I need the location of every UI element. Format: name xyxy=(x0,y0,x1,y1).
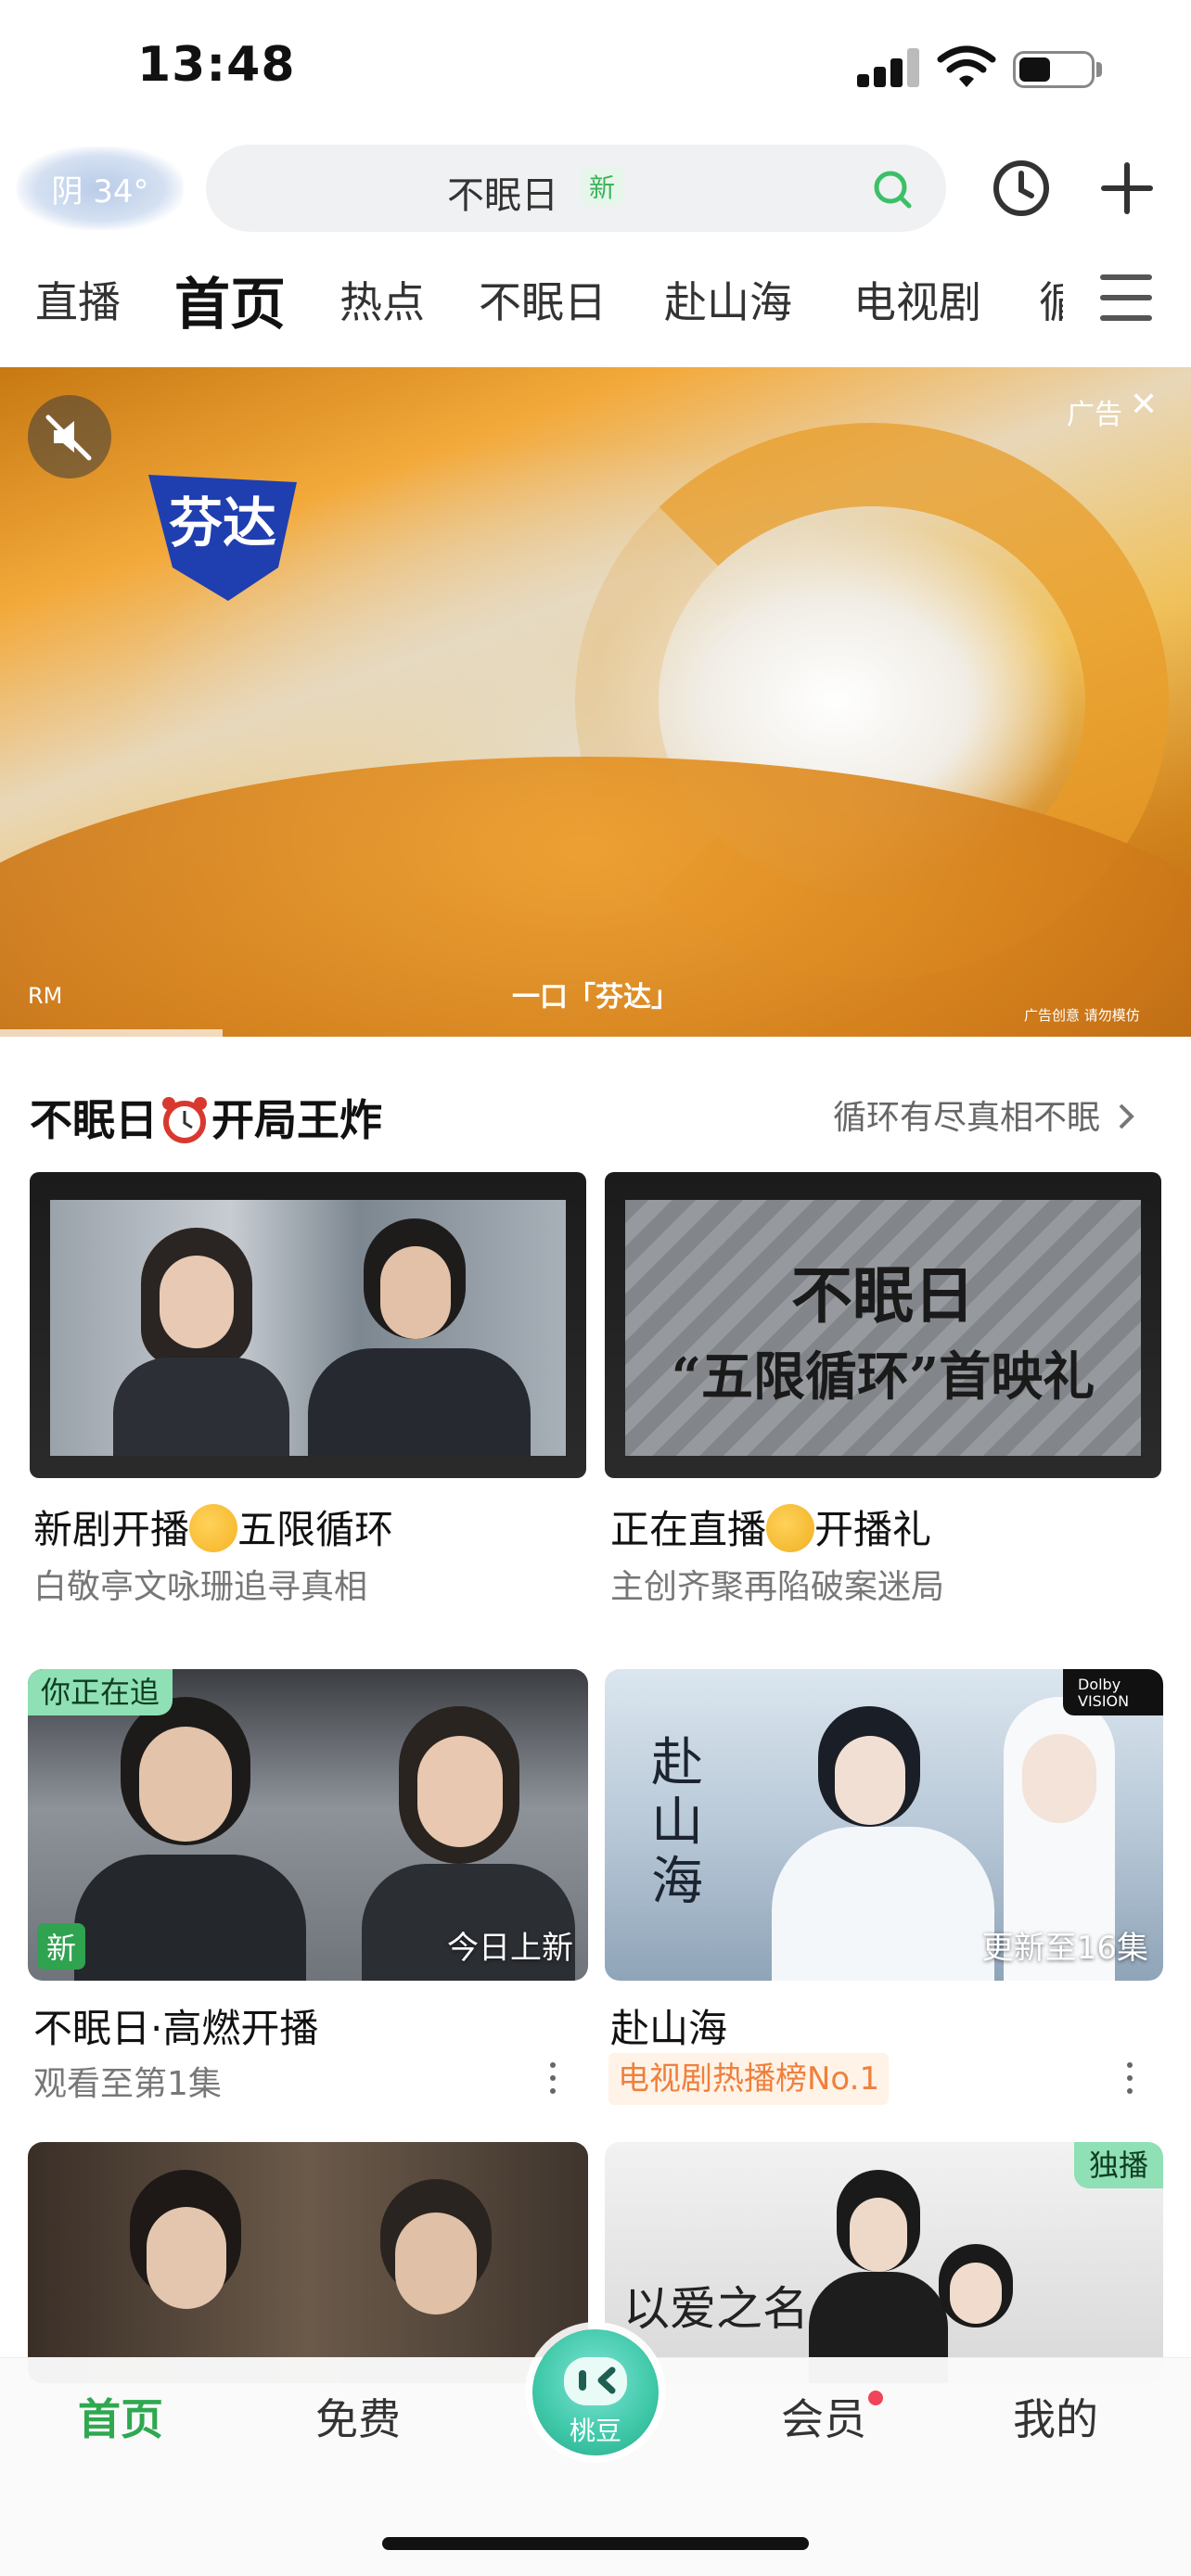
battery-tip xyxy=(1096,62,1102,77)
ad-close-icon[interactable]: ✕ xyxy=(1130,386,1158,424)
ranking-badge: 电视剧热播榜No.1 xyxy=(608,2053,890,2105)
video-title-2: 赴山海 xyxy=(610,2006,728,2051)
update-status-2: 更新至16集 xyxy=(981,1930,1148,1967)
ad-disclaimer: 广告创意 请勿模仿 xyxy=(1024,1007,1140,1024)
tab-home[interactable]: 首页 xyxy=(174,260,286,340)
video-thumb-1: 你正在追 新 今日上新 xyxy=(28,1669,588,1981)
tab-fushanhai[interactable]: 赴山海 xyxy=(664,269,792,330)
featured-thumb-2: 不眠日 “五限循环”首映礼 xyxy=(605,1172,1161,1478)
plus-icon[interactable] xyxy=(1096,158,1158,219)
brand-logo-text: 芬达 xyxy=(169,491,276,555)
video-card-4[interactable]: 以爱之名 独播 xyxy=(605,2142,1163,2383)
brand-logo: 芬达 xyxy=(148,475,297,601)
status-bar: 13:48 xyxy=(0,0,1191,130)
nav-taodou-label: 桃豆 xyxy=(569,2416,621,2446)
featured-subtitle-1: 白敬亭文咏珊追寻真相 xyxy=(33,1568,368,1606)
search-bar[interactable]: 不眠日 新 xyxy=(206,145,946,232)
dolby-line2: VISION xyxy=(1078,1692,1130,1710)
exclusive-tag: 独播 xyxy=(1073,2142,1163,2188)
home-indicator xyxy=(382,2537,809,2550)
ad-progress-bar xyxy=(0,1029,223,1037)
update-status-1: 今日上新 xyxy=(447,1930,573,1967)
tab-more-clipped[interactable]: 循 xyxy=(1039,269,1063,330)
tab-bumianri[interactable]: 不眠日 xyxy=(479,269,607,330)
monocle-face-icon xyxy=(766,1504,815,1552)
featured-title-2-part2: 开播礼 xyxy=(814,1507,932,1552)
video-thumb-2-calligraphy: 赴山海 xyxy=(651,1733,703,1912)
featured-title-2-part1: 正在直播 xyxy=(610,1507,767,1552)
ad-caption: 一口「芬达」 xyxy=(512,981,679,1014)
chevron-right-icon xyxy=(1120,1103,1135,1129)
section-more-text: 循环有尽真相不眠 xyxy=(833,1099,1101,1137)
search-icon[interactable] xyxy=(870,167,915,211)
search-hint-text: 不眠日 xyxy=(447,174,558,217)
section-title-part1: 不眠日 xyxy=(30,1095,158,1145)
video-thumb-4: 以爱之名 独播 xyxy=(605,2142,1163,2383)
wifi-icon xyxy=(937,45,996,87)
ad-rm-label: RM xyxy=(28,983,63,1009)
nav-taodou-button[interactable]: 桃豆 xyxy=(532,2329,659,2455)
ad-label: 广告 xyxy=(1067,399,1122,431)
video-subtitle-1: 观看至第1集 xyxy=(33,2065,222,2103)
menu-icon[interactable] xyxy=(1100,274,1152,321)
status-time: 13:48 xyxy=(137,37,296,93)
more-options-icon-2[interactable] xyxy=(1124,2060,1135,2098)
featured-thumb-1 xyxy=(30,1172,586,1478)
section-title-part2: 开局王炸 xyxy=(211,1095,382,1145)
tab-tv-series[interactable]: 电视剧 xyxy=(853,269,981,330)
ad-banner[interactable]: 芬达 广告 ✕ 一口「芬达」 RM 广告创意 请勿模仿 xyxy=(0,367,1191,1037)
weather-widget[interactable]: 阴 34° xyxy=(17,147,184,230)
notification-dot xyxy=(868,2391,883,2405)
channel-tabs: 直播 首页 热点 不眠日 赴山海 电视剧 循 xyxy=(0,260,1191,343)
nav-vip[interactable]: 会员 xyxy=(781,2386,866,2447)
battery-icon xyxy=(1013,51,1095,88)
new-badge: 新 xyxy=(37,1923,85,1970)
tab-hot[interactable]: 热点 xyxy=(339,269,425,330)
search-new-badge: 新 xyxy=(581,167,623,206)
video-card-1[interactable]: 你正在追 新 今日上新 不眠日·高燃开播 观看至第1集 xyxy=(28,1669,588,2114)
featured-title-1-part1: 新剧开播 xyxy=(33,1507,190,1552)
more-options-icon[interactable] xyxy=(547,2060,558,2098)
history-clock-icon[interactable] xyxy=(991,158,1052,219)
featured-thumb-2-text2: “五限循环”首映礼 xyxy=(671,1346,1095,1408)
nav-free[interactable]: 免费 xyxy=(315,2386,401,2447)
featured-title-2: 正在直播 开播礼 xyxy=(610,1498,931,1555)
dolby-vision-badge: Dolby VISION xyxy=(1063,1669,1163,1715)
alarm-clock-icon xyxy=(162,1097,207,1143)
nav-home[interactable]: 首页 xyxy=(78,2386,163,2447)
nav-mine[interactable]: 我的 xyxy=(1013,2386,1098,2447)
section-more-link[interactable]: 循环有尽真相不眠 xyxy=(833,1090,1136,1139)
featured-card-1[interactable]: 新剧开播 五限循环 白敬亭文咏珊追寻真相 xyxy=(30,1172,586,1617)
tab-live[interactable]: 直播 xyxy=(35,269,121,330)
featured-title-1: 新剧开播 五限循环 xyxy=(33,1498,393,1555)
featured-thumb-2-text1: 不眠日 xyxy=(791,1259,975,1332)
cellular-signal-icon xyxy=(857,48,920,87)
video-card-2[interactable]: 赴山海 Dolby VISION 更新至16集 赴山海 电视剧热播榜No.1 xyxy=(605,1669,1163,2114)
section-title: 不眠日 开局王炸 xyxy=(30,1087,382,1148)
video-title-1: 不眠日·高燃开播 xyxy=(33,2006,319,2051)
video-card-3[interactable] xyxy=(28,2142,588,2383)
mute-icon[interactable] xyxy=(28,395,111,478)
featured-title-1-part2: 五限循环 xyxy=(237,1507,394,1552)
following-tag: 你正在追 xyxy=(28,1669,173,1715)
featured-card-2[interactable]: 不眠日 “五限循环”首映礼 正在直播 开播礼 主创齐聚再陷破案迷局 xyxy=(605,1172,1161,1617)
video-thumb-3 xyxy=(28,2142,588,2383)
featured-subtitle-2: 主创齐聚再陷破案迷局 xyxy=(610,1568,945,1606)
dolby-line1: Dolby xyxy=(1078,1676,1121,1693)
video-thumb-2: 赴山海 Dolby VISION 更新至16集 xyxy=(605,1669,1163,1981)
kissing-face-icon xyxy=(189,1504,238,1552)
